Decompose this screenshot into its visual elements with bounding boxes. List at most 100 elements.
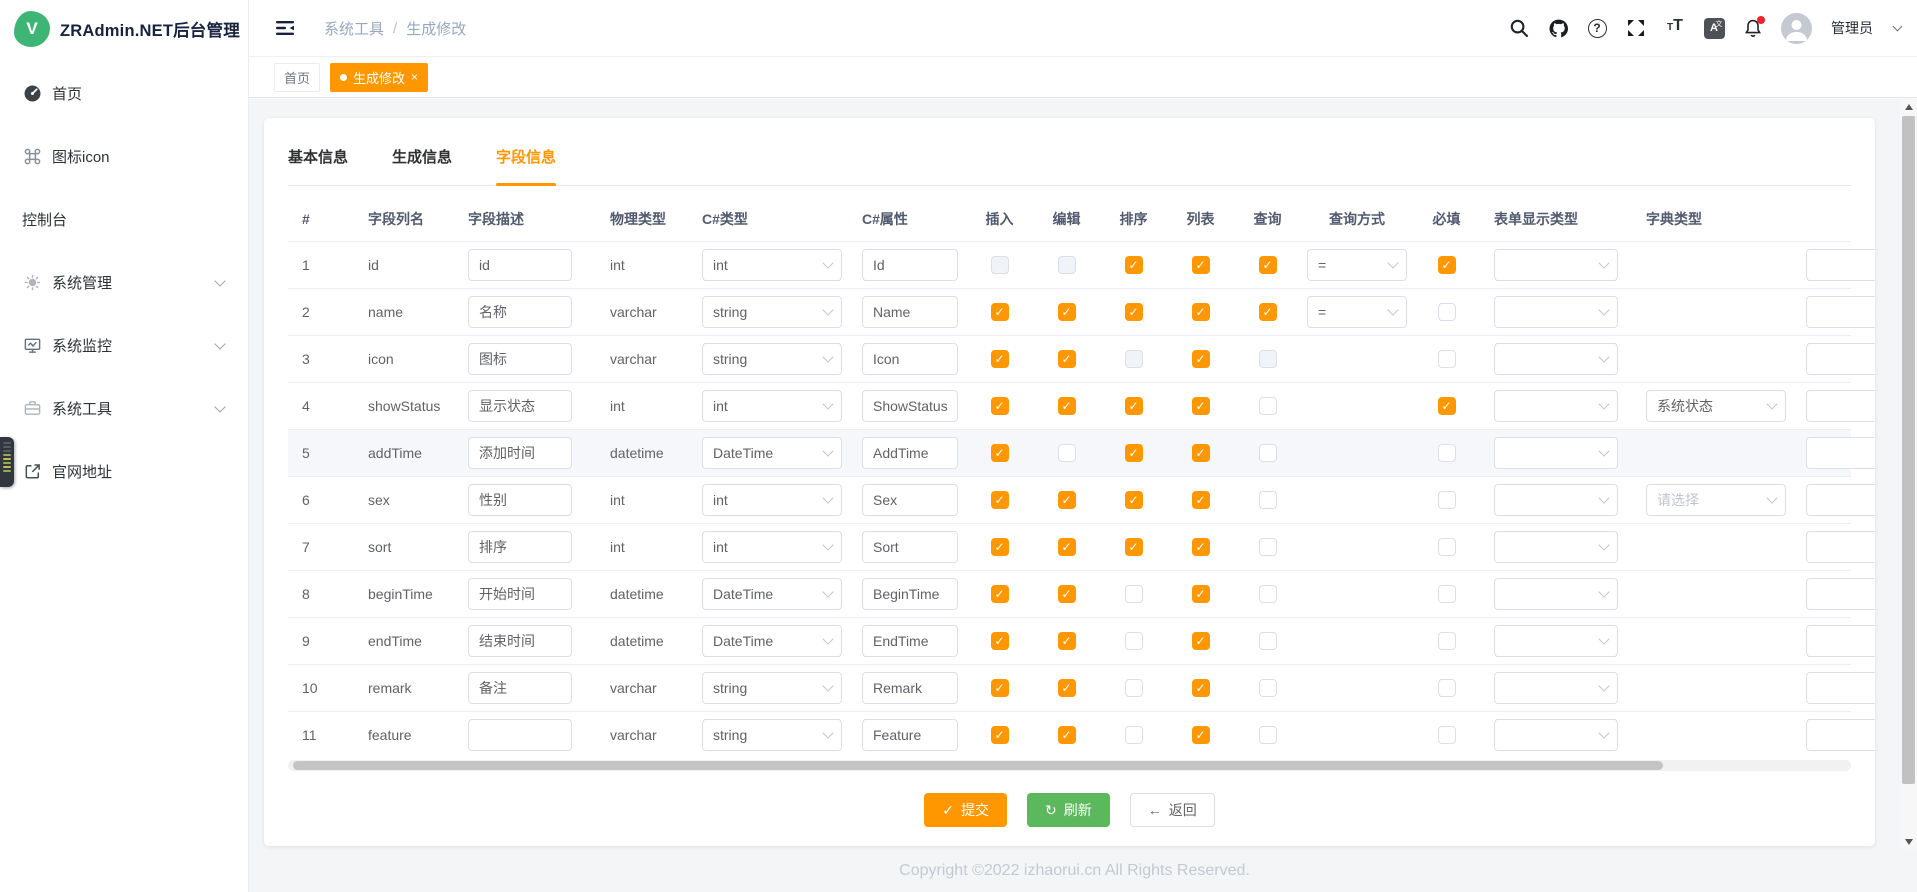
field-description-input[interactable] [468,672,572,704]
csharp-attr-input[interactable] [862,719,958,751]
sidebar-item-console[interactable]: 控制台 [0,188,248,251]
csharp-type-select[interactable]: DateTime [702,437,842,469]
sort-checkbox[interactable] [1125,303,1143,321]
csharp-type-select[interactable]: DateTime [702,625,842,657]
refresh-button[interactable]: ↻刷新 [1027,793,1110,827]
fullscreen-icon[interactable] [1625,17,1647,39]
extra-input[interactable] [1806,296,1875,328]
display-type-select[interactable] [1494,249,1618,281]
csharp-attr-input[interactable] [862,625,958,657]
query-checkbox[interactable] [1259,397,1277,415]
sidebar-item-icons[interactable]: 图标icon [0,125,248,188]
required-checkbox[interactable] [1438,538,1456,556]
csharp-type-select[interactable]: DateTime [702,578,842,610]
translate-icon[interactable]: A文 [1703,17,1725,39]
csharp-attr-input[interactable] [862,249,958,281]
sidebar-item-official-site[interactable]: 官网地址 [0,440,248,503]
field-description-input[interactable] [468,625,572,657]
sidebar-item-home[interactable]: 首页 [0,62,248,125]
required-checkbox[interactable] [1438,726,1456,744]
avatar[interactable] [1781,13,1812,44]
csharp-type-select[interactable]: int [702,390,842,422]
chevron-down-icon[interactable] [1893,22,1903,32]
insert-checkbox[interactable] [991,303,1009,321]
sort-checkbox[interactable] [1125,679,1143,697]
back-button[interactable]: ←返回 [1130,793,1215,827]
csharp-attr-input[interactable] [862,343,958,375]
extra-input[interactable] [1806,249,1875,281]
extra-input[interactable] [1806,531,1875,563]
insert-checkbox[interactable] [991,397,1009,415]
dict-type-select[interactable]: 系统状态 [1646,390,1786,422]
required-checkbox[interactable] [1438,585,1456,603]
insert-checkbox[interactable] [991,538,1009,556]
extra-input[interactable] [1806,484,1875,516]
submit-button[interactable]: ✓提交 [924,793,1007,827]
sort-checkbox[interactable] [1125,350,1143,368]
scroll-down-icon[interactable] [1900,834,1917,849]
display-type-select[interactable] [1494,390,1618,422]
tag-home[interactable]: 首页 [274,63,320,92]
extra-input[interactable] [1806,390,1875,422]
field-description-input[interactable] [468,437,572,469]
insert-checkbox[interactable] [991,632,1009,650]
font-size-icon[interactable]: TT [1664,17,1686,39]
required-checkbox[interactable] [1438,350,1456,368]
insert-checkbox[interactable] [991,444,1009,462]
csharp-attr-input[interactable] [862,296,958,328]
list-checkbox[interactable] [1192,303,1210,321]
horizontal-scrollbar-thumb[interactable] [293,761,1663,770]
tab-gen-info[interactable]: 生成信息 [392,136,452,185]
required-checkbox[interactable] [1438,303,1456,321]
display-type-select[interactable] [1494,625,1618,657]
extra-input[interactable] [1806,578,1875,610]
list-checkbox[interactable] [1192,444,1210,462]
csharp-attr-input[interactable] [862,390,958,422]
sort-checkbox[interactable] [1125,632,1143,650]
required-checkbox[interactable] [1438,256,1456,274]
sort-checkbox[interactable] [1125,726,1143,744]
bell-icon[interactable] [1742,17,1764,39]
csharp-type-select[interactable]: string [702,343,842,375]
list-checkbox[interactable] [1192,585,1210,603]
list-checkbox[interactable] [1192,491,1210,509]
csharp-type-select[interactable]: int [702,531,842,563]
csharp-type-select[interactable]: string [702,296,842,328]
list-checkbox[interactable] [1192,632,1210,650]
edit-checkbox[interactable] [1058,350,1076,368]
dict-type-select[interactable]: 请选择 [1646,484,1786,516]
field-description-input[interactable] [468,531,572,563]
sort-checkbox[interactable] [1125,585,1143,603]
query-checkbox[interactable] [1259,538,1277,556]
extra-input[interactable] [1806,625,1875,657]
insert-checkbox[interactable] [991,726,1009,744]
list-checkbox[interactable] [1192,679,1210,697]
edit-checkbox[interactable] [1058,538,1076,556]
field-description-input[interactable] [468,343,572,375]
insert-checkbox[interactable] [991,350,1009,368]
sidebar-fold-icon[interactable] [274,16,298,40]
sort-checkbox[interactable] [1125,444,1143,462]
edit-checkbox[interactable] [1058,726,1076,744]
vertical-scrollbar-thumb[interactable] [1902,116,1915,784]
query-checkbox[interactable] [1259,726,1277,744]
display-type-select[interactable] [1494,437,1618,469]
edit-checkbox[interactable] [1058,679,1076,697]
field-description-input[interactable] [468,296,572,328]
github-icon[interactable] [1547,17,1569,39]
required-checkbox[interactable] [1438,679,1456,697]
list-checkbox[interactable] [1192,256,1210,274]
insert-checkbox[interactable] [991,585,1009,603]
extra-input[interactable] [1806,719,1875,751]
query-checkbox[interactable] [1259,679,1277,697]
field-description-input[interactable] [468,578,572,610]
query-checkbox[interactable] [1259,585,1277,603]
scroll-up-icon[interactable] [1900,99,1917,114]
help-icon[interactable]: ? [1586,17,1608,39]
csharp-type-select[interactable]: string [702,719,842,751]
sort-checkbox[interactable] [1125,256,1143,274]
display-type-select[interactable] [1494,484,1618,516]
field-description-input[interactable] [468,249,572,281]
tag-active[interactable]: 生成修改 × [330,63,428,92]
list-checkbox[interactable] [1192,350,1210,368]
